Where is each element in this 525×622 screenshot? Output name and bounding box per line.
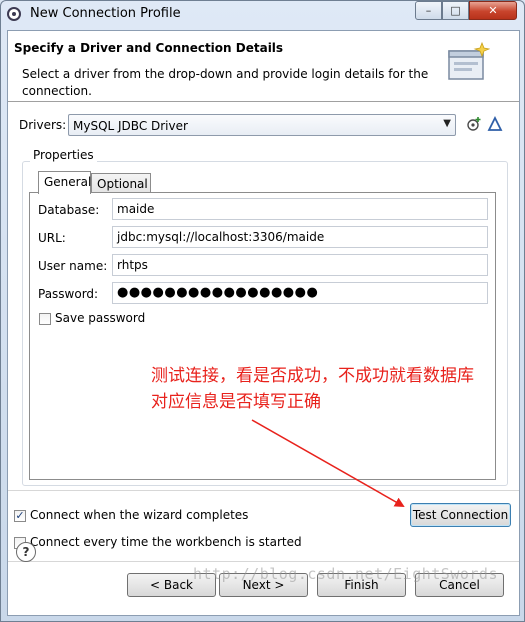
tab-general[interactable]: General	[38, 171, 91, 194]
annotation-arrow-layer	[251, 419, 405, 507]
annotation-arrow	[251, 419, 405, 507]
